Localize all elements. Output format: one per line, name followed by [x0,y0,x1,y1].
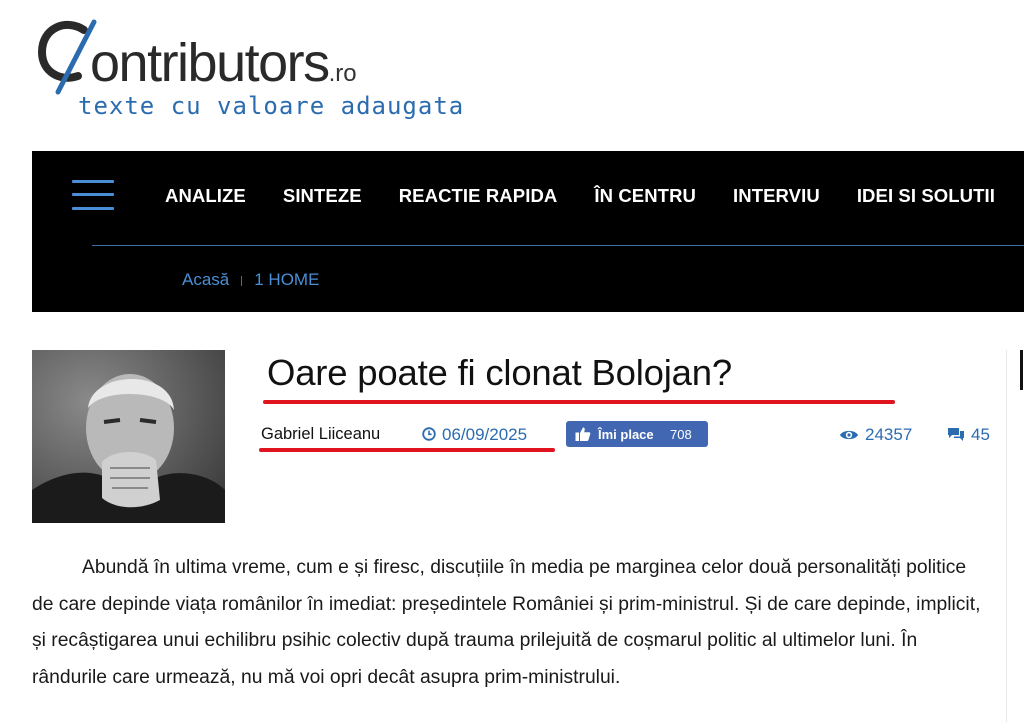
nav-item-in-centru[interactable]: ÎN CENTRU [594,185,696,207]
nav-item-idei-si-solutii[interactable]: IDEI SI SOLUTII [857,185,995,207]
nav-item-analize[interactable]: ANALIZE [165,185,246,207]
title-highlight-underline [263,400,895,404]
nav-item-reactie-rapida[interactable]: REACTIE RAPIDA [399,185,558,207]
view-count-value: 24357 [865,425,913,444]
site-logo[interactable]: ontributors.ro texte cu valoare adaugata [36,14,463,124]
nav-divider [92,245,1024,246]
breadcrumb-current-link[interactable]: 1 HOME [254,270,319,289]
article-title: Oare poate fi clonat Bolojan? [267,352,732,393]
main-navbar: ANALIZE SINTEZE REACTIE RAPIDA ÎN CENTRU… [32,151,1024,312]
byline-highlight-underline [259,448,555,452]
sidebar-divider [1006,350,1007,722]
hamburger-menu-icon[interactable] [72,180,114,210]
like-label: Îmi place [598,427,654,442]
article-date: 06/09/2025 [422,425,527,445]
facebook-like-button[interactable]: Îmi place 708 [566,421,708,447]
breadcrumb-separator [241,275,243,286]
article-body-paragraph: Abundă în ultima vreme, cum e și firesc,… [32,557,981,688]
view-count: 24357 [839,425,912,445]
comment-icon [948,428,964,441]
comment-count-value: 45 [971,425,990,444]
nav-item-interviu[interactable]: INTERVIU [733,185,820,207]
nav-item-sinteze[interactable]: SINTEZE [283,185,362,207]
logo-tagline: texte cu valoare adaugata [78,92,465,120]
breadcrumb: Acasă 1 HOME [182,270,319,290]
sidebar-edge-mark [1020,350,1023,390]
author-photo [32,350,225,523]
nav-menu: ANALIZE SINTEZE REACTIE RAPIDA ÎN CENTRU… [165,185,1024,207]
logo-domain-suffix: .ro [328,60,357,87]
breadcrumb-home-link[interactable]: Acasă [182,270,229,289]
comment-count[interactable]: 45 [947,425,990,445]
logo-wordmark: ontributors [90,33,330,93]
clock-icon [422,427,436,441]
article-date-value: 06/09/2025 [442,425,528,444]
like-count: 708 [670,427,692,442]
article-author[interactable]: Gabriel Liiceanu [261,425,380,444]
thumbs-up-icon [575,427,591,441]
eye-icon [840,430,858,440]
